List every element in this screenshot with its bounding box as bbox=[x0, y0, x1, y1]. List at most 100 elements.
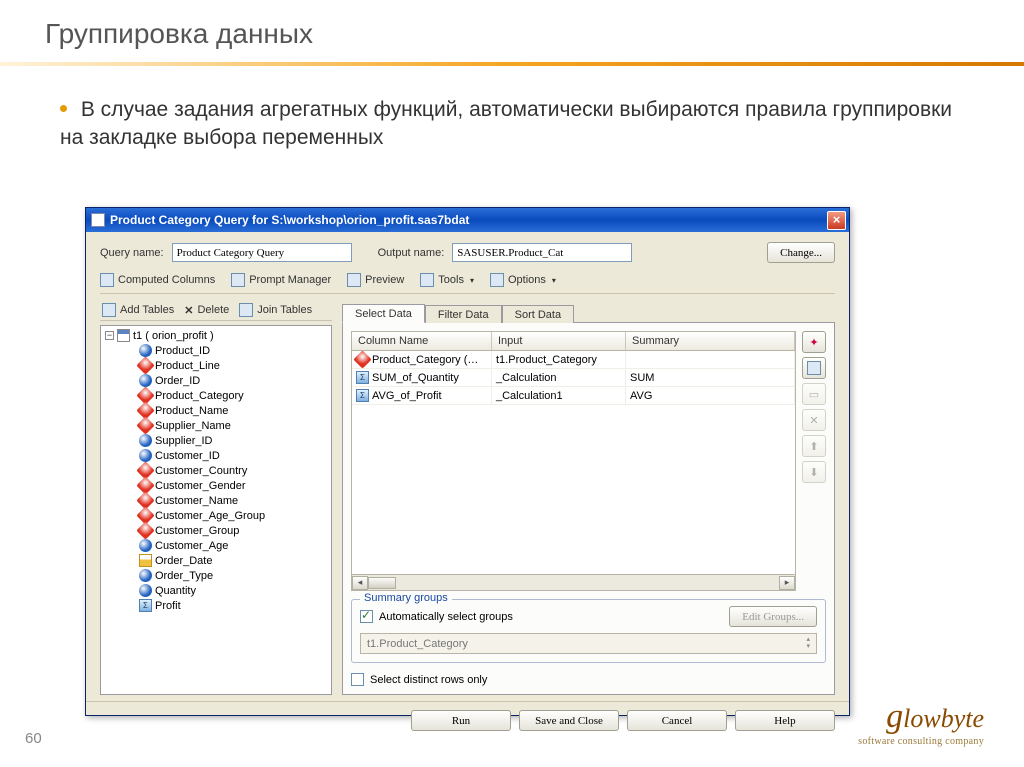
group-value-select[interactable]: t1.Product_Category ▴▾ bbox=[360, 633, 817, 654]
side-buttons: ✦ ▭ ✕ ⬆ ⬇ bbox=[802, 331, 826, 591]
column-label: Customer_Age bbox=[155, 540, 228, 552]
table-row[interactable]: Product_Category (…t1.Product_Category bbox=[352, 351, 795, 369]
move-up-button[interactable]: ⬆ bbox=[802, 435, 826, 457]
options-button[interactable]: Options▾ bbox=[490, 273, 556, 287]
logo-tagline: software consulting company bbox=[858, 736, 984, 747]
dialog-body: Query name: Output name: Change... Compu… bbox=[86, 232, 849, 739]
header-input[interactable]: Input bbox=[492, 332, 626, 350]
tree-column[interactable]: ΣProfit bbox=[103, 598, 329, 613]
column-type-icon bbox=[139, 374, 152, 387]
tree-column[interactable]: Product_Line bbox=[103, 358, 329, 373]
row-type-icon: Σ bbox=[356, 371, 369, 384]
save-close-button[interactable]: Save and Close bbox=[519, 710, 619, 731]
summary-groups-box: Summary groups Automatically select grou… bbox=[351, 599, 826, 663]
tree-root[interactable]: −t1 ( orion_profit ) bbox=[103, 328, 329, 343]
add-column-button[interactable]: ✦ bbox=[802, 331, 826, 353]
table-icon bbox=[100, 273, 114, 287]
top-toolbar: Computed Columns Prompt Manager Preview … bbox=[100, 273, 835, 294]
distinct-row: Select distinct rows only bbox=[351, 673, 826, 686]
column-label: Supplier_ID bbox=[155, 435, 212, 447]
titlebar[interactable]: Product Category Query for S:\workshop\o… bbox=[86, 208, 849, 232]
output-name-input[interactable] bbox=[452, 243, 632, 262]
tree-column[interactable]: Order_ID bbox=[103, 373, 329, 388]
column-label: Product_Category bbox=[155, 390, 244, 402]
cell-input: _Calculation bbox=[492, 369, 626, 386]
properties-icon: ▭ bbox=[809, 388, 819, 401]
tree-column[interactable]: Customer_Gender bbox=[103, 478, 329, 493]
tree-column[interactable]: Customer_Age_Group bbox=[103, 508, 329, 523]
tree-column[interactable]: Order_Date bbox=[103, 553, 329, 568]
column-label: Customer_ID bbox=[155, 450, 220, 462]
add-table-icon bbox=[102, 303, 116, 317]
column-label: Order_ID bbox=[155, 375, 200, 387]
updown-icon[interactable]: ▴▾ bbox=[806, 637, 810, 650]
scroll-left-icon[interactable]: ◂ bbox=[352, 576, 368, 590]
tools-icon bbox=[420, 273, 434, 287]
run-button[interactable]: Run bbox=[411, 710, 511, 731]
tree-column[interactable]: Supplier_Name bbox=[103, 418, 329, 433]
tree-column[interactable]: Customer_Name bbox=[103, 493, 329, 508]
auto-select-checkbox[interactable] bbox=[360, 610, 373, 623]
new-calc-button[interactable] bbox=[802, 357, 826, 379]
move-down-button[interactable]: ⬇ bbox=[802, 461, 826, 483]
header-column-name[interactable]: Column Name bbox=[352, 332, 492, 350]
scroll-thumb[interactable] bbox=[368, 577, 396, 589]
cell-summary: AVG bbox=[626, 387, 795, 404]
tree-column[interactable]: Customer_Country bbox=[103, 463, 329, 478]
tab-select-data[interactable]: Select Data bbox=[342, 304, 425, 323]
distinct-checkbox[interactable] bbox=[351, 673, 364, 686]
calc-icon bbox=[807, 361, 821, 375]
tree-column[interactable]: Supplier_ID bbox=[103, 433, 329, 448]
edit-groups-button: Edit Groups... bbox=[729, 606, 817, 627]
remove-button[interactable]: ✕ bbox=[802, 409, 826, 431]
tree-column[interactable]: Order_Type bbox=[103, 568, 329, 583]
join-tables-button[interactable]: Join Tables bbox=[239, 303, 312, 317]
close-icon[interactable]: × bbox=[827, 211, 846, 230]
summary-groups-title: Summary groups bbox=[360, 592, 452, 604]
row-type-icon bbox=[353, 351, 371, 369]
tools-button[interactable]: Tools▾ bbox=[420, 273, 474, 287]
delete-icon: ✕ bbox=[184, 304, 193, 317]
help-button[interactable]: Help bbox=[735, 710, 835, 731]
prompt-manager-button[interactable]: Prompt Manager bbox=[231, 273, 331, 287]
delete-button[interactable]: ✕Delete bbox=[184, 304, 229, 317]
body-content: В случае задания агрегатных функций, авт… bbox=[60, 98, 952, 149]
remove-icon: ✕ bbox=[809, 414, 818, 427]
logo: glowbyte software consulting company bbox=[858, 698, 984, 747]
column-label: Supplier_Name bbox=[155, 420, 231, 432]
grid-row: Column Name Input Summary Product_Catego… bbox=[351, 331, 826, 591]
table-row[interactable]: ΣAVG_of_Profit_Calculation1AVG bbox=[352, 387, 795, 405]
properties-button[interactable]: ▭ bbox=[802, 383, 826, 405]
page-number: 60 bbox=[25, 730, 42, 747]
scroll-right-icon[interactable]: ▸ bbox=[779, 576, 795, 590]
table-row[interactable]: ΣSUM_of_Quantity_CalculationSUM bbox=[352, 369, 795, 387]
column-tree[interactable]: −t1 ( orion_profit ) Product_IDProduct_Li… bbox=[100, 325, 332, 695]
arrow-up-icon: ⬆ bbox=[809, 440, 818, 453]
change-button[interactable]: Change... bbox=[767, 242, 835, 263]
add-tables-button[interactable]: Add Tables bbox=[102, 303, 174, 317]
tree-column[interactable]: Customer_Group bbox=[103, 523, 329, 538]
horizontal-scrollbar[interactable]: ◂ ▸ bbox=[351, 575, 796, 591]
collapse-icon[interactable]: − bbox=[105, 331, 114, 340]
logo-rest: lowbyte bbox=[903, 704, 984, 733]
tree-column[interactable]: Customer_Age bbox=[103, 538, 329, 553]
header-summary[interactable]: Summary bbox=[626, 332, 795, 350]
tree-column[interactable]: Product_Name bbox=[103, 403, 329, 418]
cell-column-name: ΣSUM_of_Quantity bbox=[352, 369, 492, 386]
computed-columns-button[interactable]: Computed Columns bbox=[100, 273, 215, 287]
tree-column[interactable]: Quantity bbox=[103, 583, 329, 598]
tree-column[interactable]: Customer_ID bbox=[103, 448, 329, 463]
tree-column[interactable]: Product_Category bbox=[103, 388, 329, 403]
column-label: Product_ID bbox=[155, 345, 210, 357]
column-label: Quantity bbox=[155, 585, 196, 597]
query-name-input[interactable] bbox=[172, 243, 352, 262]
tab-filter-data[interactable]: Filter Data bbox=[425, 305, 502, 323]
preview-button[interactable]: Preview bbox=[347, 273, 404, 287]
tree-column[interactable]: Product_ID bbox=[103, 343, 329, 358]
column-type-icon bbox=[139, 539, 152, 552]
grid-body[interactable]: Product_Category (…t1.Product_CategoryΣS… bbox=[351, 351, 796, 575]
slide-body-text: В случае задания агрегатных функций, авт… bbox=[0, 96, 1024, 171]
tab-sort-data[interactable]: Sort Data bbox=[502, 305, 574, 323]
cancel-button[interactable]: Cancel bbox=[627, 710, 727, 731]
grid-header: Column Name Input Summary bbox=[351, 331, 796, 351]
